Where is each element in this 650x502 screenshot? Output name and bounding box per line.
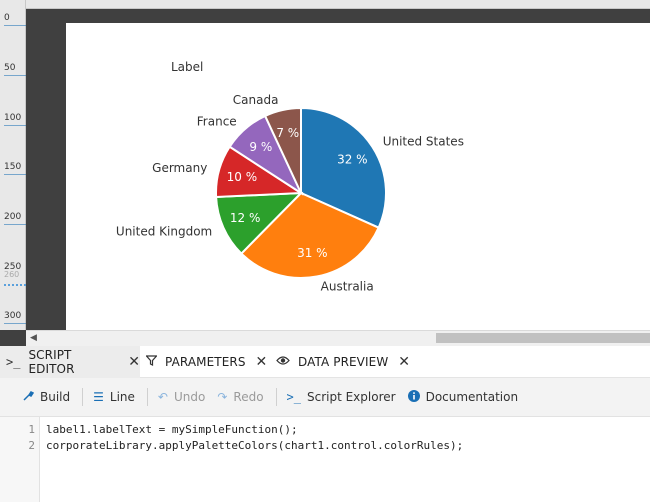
- info-icon: [407, 389, 420, 405]
- pie-slice-category-label: United Kingdom: [116, 225, 212, 239]
- documentation-label: Documentation: [425, 390, 519, 404]
- eye-icon: [276, 355, 290, 369]
- toolbar-divider: [82, 388, 84, 406]
- undo-icon: ↶: [157, 390, 168, 404]
- ruler-tick-label: 100: [4, 113, 22, 123]
- terminal-icon: >_: [6, 355, 21, 369]
- ruler-tick: [4, 75, 26, 76]
- horizontal-ruler: [26, 0, 650, 9]
- report-designer: 0 50 100 150 200 250 260 300 Label 32 % U…: [0, 0, 650, 346]
- tab-parameters[interactable]: PARAMETERS ✕: [140, 346, 268, 378]
- close-icon[interactable]: ✕: [256, 354, 268, 370]
- pie-chart[interactable]: 32 % United States 31 % Australia 12 % United…: [66, 23, 650, 330]
- scrollbar-thumb[interactable]: [436, 333, 650, 343]
- lines-icon: ☰: [93, 390, 104, 404]
- pie-slice-percent-label: 10 %: [227, 170, 257, 184]
- pie-slice-percent-label: 31 %: [297, 246, 328, 260]
- pie-slice-category-label: United States: [383, 134, 464, 148]
- pie-slice-category-label: Germany: [152, 161, 207, 175]
- build-label: Build: [40, 390, 71, 404]
- scroll-left-arrow-icon[interactable]: ◀: [30, 333, 37, 343]
- line-number: 2: [28, 439, 35, 452]
- redo-button[interactable]: ↷ Redo: [217, 390, 263, 404]
- pie-slice-percent-label: 9 %: [249, 140, 272, 154]
- ruler-tick: [4, 174, 26, 175]
- close-icon[interactable]: ✕: [398, 354, 410, 370]
- line-number: 1: [28, 423, 35, 436]
- code-line[interactable]: label1.labelText = mySimpleFunction();: [46, 423, 298, 436]
- ruler-tick: [4, 125, 26, 126]
- pie-slice-percent-label: 32 %: [337, 153, 368, 167]
- ruler-tick: [4, 323, 26, 324]
- ruler-tick-label: 200: [4, 212, 22, 222]
- pie-slice-percent-label: 7 %: [276, 126, 299, 140]
- script-explorer-button[interactable]: >_ Script Explorer: [287, 390, 396, 404]
- tab-label: DATA PREVIEW: [298, 355, 389, 369]
- pie-slice-category-label: Canada: [233, 93, 279, 107]
- pie-slice-percent-label: 12 %: [230, 211, 261, 225]
- line-number-gutter: 1 2: [0, 417, 40, 502]
- ruler-tick: [4, 25, 26, 26]
- ruler-tick-label: 50: [4, 63, 16, 73]
- undo-label: Undo: [173, 390, 206, 404]
- tab-script-editor[interactable]: >_ SCRIPT EDITOR ✕: [0, 346, 140, 378]
- ruler-ghost-label: 260: [4, 270, 20, 279]
- code-line[interactable]: corporateLibrary.applyPaletteColors(char…: [46, 439, 463, 452]
- tab-label: PARAMETERS: [165, 355, 246, 369]
- code-editor[interactable]: 1 2 label1.labelText = mySimpleFunction(…: [0, 417, 650, 502]
- pie-slice-category-label: Australia: [321, 279, 374, 293]
- panel-tabs: >_ SCRIPT EDITOR ✕ PARAMETERS ✕ DATA PRE…: [0, 346, 650, 378]
- ruler-tick: [4, 224, 26, 225]
- ruler-position-marker[interactable]: [4, 284, 26, 286]
- build-icon: [22, 390, 35, 405]
- pie-slice-category-label: France: [197, 114, 237, 128]
- filter-icon: [145, 355, 158, 369]
- script-toolbar: Build ☰ Line ↶ Undo ↷ Redo >_ Script Exp…: [0, 378, 650, 417]
- terminal-icon: >_: [286, 390, 301, 404]
- undo-button[interactable]: ↶ Undo: [158, 390, 205, 404]
- redo-label: Redo: [233, 390, 264, 404]
- redo-icon: ↷: [217, 390, 228, 404]
- horizontal-scrollbar[interactable]: ◀: [26, 330, 650, 346]
- ruler-tick-label: 0: [4, 13, 10, 23]
- vertical-ruler: 0 50 100 150 200 250 260 300: [0, 0, 26, 330]
- line-label: Line: [109, 390, 135, 404]
- toolbar-divider: [146, 388, 148, 406]
- script-explorer-label: Script Explorer: [306, 390, 396, 404]
- build-button[interactable]: Build: [22, 390, 70, 405]
- close-icon[interactable]: ✕: [128, 354, 140, 370]
- report-canvas[interactable]: Label 32 % United States 31 % Australia 12 %…: [66, 23, 650, 330]
- tab-label: SCRIPT EDITOR: [28, 348, 75, 376]
- documentation-button[interactable]: Documentation: [407, 389, 519, 405]
- line-button[interactable]: ☰ Line: [93, 390, 135, 404]
- ruler-tick-label: 300: [4, 311, 22, 321]
- app-root: 0 50 100 150 200 250 260 300 Label 32 % U…: [0, 0, 650, 502]
- toolbar-divider: [275, 388, 277, 406]
- ruler-tick-label: 150: [4, 162, 22, 172]
- tab-data-preview[interactable]: DATA PREVIEW ✕: [270, 346, 410, 378]
